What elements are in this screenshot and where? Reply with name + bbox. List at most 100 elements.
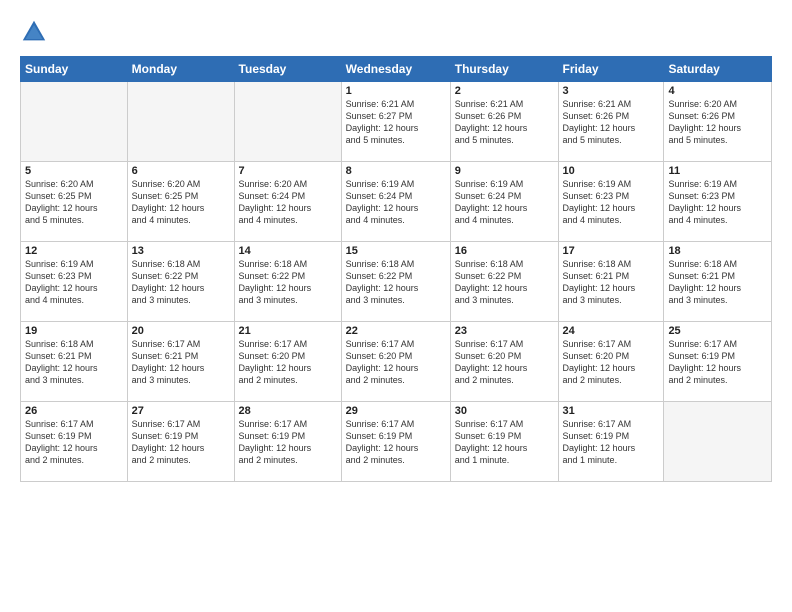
calendar-cell: 18Sunrise: 6:18 AM Sunset: 6:21 PM Dayli… [664,242,772,322]
calendar: SundayMondayTuesdayWednesdayThursdayFrid… [20,56,772,482]
calendar-cell: 12Sunrise: 6:19 AM Sunset: 6:23 PM Dayli… [21,242,128,322]
day-number: 11 [668,165,767,177]
day-info: Sunrise: 6:17 AM Sunset: 6:19 PM Dayligh… [239,418,337,467]
day-number: 28 [239,405,337,417]
calendar-cell: 10Sunrise: 6:19 AM Sunset: 6:23 PM Dayli… [558,162,664,242]
day-info: Sunrise: 6:17 AM Sunset: 6:19 PM Dayligh… [668,338,767,387]
calendar-cell: 6Sunrise: 6:20 AM Sunset: 6:25 PM Daylig… [127,162,234,242]
day-info: Sunrise: 6:19 AM Sunset: 6:24 PM Dayligh… [346,178,446,227]
calendar-cell: 11Sunrise: 6:19 AM Sunset: 6:23 PM Dayli… [664,162,772,242]
calendar-day-header: Wednesday [341,57,450,82]
day-number: 17 [563,245,660,257]
day-number: 27 [132,405,230,417]
day-number: 21 [239,325,337,337]
calendar-cell: 3Sunrise: 6:21 AM Sunset: 6:26 PM Daylig… [558,82,664,162]
day-number: 20 [132,325,230,337]
day-number: 29 [346,405,446,417]
day-number: 22 [346,325,446,337]
calendar-cell: 16Sunrise: 6:18 AM Sunset: 6:22 PM Dayli… [450,242,558,322]
calendar-day-header: Saturday [664,57,772,82]
calendar-day-header: Sunday [21,57,128,82]
calendar-day-header: Monday [127,57,234,82]
calendar-cell: 20Sunrise: 6:17 AM Sunset: 6:21 PM Dayli… [127,322,234,402]
day-number: 25 [668,325,767,337]
day-number: 1 [346,85,446,97]
calendar-cell: 1Sunrise: 6:21 AM Sunset: 6:27 PM Daylig… [341,82,450,162]
day-number: 26 [25,405,123,417]
page: SundayMondayTuesdayWednesdayThursdayFrid… [0,0,792,612]
calendar-cell: 27Sunrise: 6:17 AM Sunset: 6:19 PM Dayli… [127,402,234,482]
header [20,18,772,46]
calendar-week-row: 12Sunrise: 6:19 AM Sunset: 6:23 PM Dayli… [21,242,772,322]
calendar-day-header: Friday [558,57,664,82]
calendar-cell: 22Sunrise: 6:17 AM Sunset: 6:20 PM Dayli… [341,322,450,402]
day-info: Sunrise: 6:17 AM Sunset: 6:19 PM Dayligh… [563,418,660,467]
day-number: 30 [455,405,554,417]
day-number: 4 [668,85,767,97]
day-info: Sunrise: 6:17 AM Sunset: 6:19 PM Dayligh… [455,418,554,467]
day-number: 15 [346,245,446,257]
day-info: Sunrise: 6:21 AM Sunset: 6:26 PM Dayligh… [563,98,660,147]
day-number: 14 [239,245,337,257]
calendar-cell: 30Sunrise: 6:17 AM Sunset: 6:19 PM Dayli… [450,402,558,482]
logo-icon [20,18,48,46]
calendar-cell: 14Sunrise: 6:18 AM Sunset: 6:22 PM Dayli… [234,242,341,322]
day-number: 8 [346,165,446,177]
day-info: Sunrise: 6:20 AM Sunset: 6:26 PM Dayligh… [668,98,767,147]
calendar-cell: 2Sunrise: 6:21 AM Sunset: 6:26 PM Daylig… [450,82,558,162]
day-number: 16 [455,245,554,257]
day-number: 24 [563,325,660,337]
calendar-header-row: SundayMondayTuesdayWednesdayThursdayFrid… [21,57,772,82]
day-info: Sunrise: 6:17 AM Sunset: 6:20 PM Dayligh… [239,338,337,387]
day-info: Sunrise: 6:20 AM Sunset: 6:25 PM Dayligh… [25,178,123,227]
calendar-cell: 26Sunrise: 6:17 AM Sunset: 6:19 PM Dayli… [21,402,128,482]
calendar-cell [234,82,341,162]
calendar-cell: 23Sunrise: 6:17 AM Sunset: 6:20 PM Dayli… [450,322,558,402]
day-info: Sunrise: 6:17 AM Sunset: 6:20 PM Dayligh… [346,338,446,387]
calendar-week-row: 26Sunrise: 6:17 AM Sunset: 6:19 PM Dayli… [21,402,772,482]
day-info: Sunrise: 6:19 AM Sunset: 6:23 PM Dayligh… [668,178,767,227]
day-number: 13 [132,245,230,257]
day-number: 5 [25,165,123,177]
day-info: Sunrise: 6:21 AM Sunset: 6:27 PM Dayligh… [346,98,446,147]
calendar-cell: 8Sunrise: 6:19 AM Sunset: 6:24 PM Daylig… [341,162,450,242]
calendar-cell [127,82,234,162]
calendar-week-row: 19Sunrise: 6:18 AM Sunset: 6:21 PM Dayli… [21,322,772,402]
calendar-cell: 21Sunrise: 6:17 AM Sunset: 6:20 PM Dayli… [234,322,341,402]
day-number: 23 [455,325,554,337]
calendar-day-header: Thursday [450,57,558,82]
day-info: Sunrise: 6:20 AM Sunset: 6:24 PM Dayligh… [239,178,337,227]
day-info: Sunrise: 6:21 AM Sunset: 6:26 PM Dayligh… [455,98,554,147]
calendar-cell: 7Sunrise: 6:20 AM Sunset: 6:24 PM Daylig… [234,162,341,242]
calendar-cell: 15Sunrise: 6:18 AM Sunset: 6:22 PM Dayli… [341,242,450,322]
calendar-cell: 13Sunrise: 6:18 AM Sunset: 6:22 PM Dayli… [127,242,234,322]
day-number: 9 [455,165,554,177]
day-info: Sunrise: 6:18 AM Sunset: 6:21 PM Dayligh… [563,258,660,307]
day-info: Sunrise: 6:18 AM Sunset: 6:22 PM Dayligh… [346,258,446,307]
calendar-cell: 28Sunrise: 6:17 AM Sunset: 6:19 PM Dayli… [234,402,341,482]
calendar-cell: 24Sunrise: 6:17 AM Sunset: 6:20 PM Dayli… [558,322,664,402]
day-number: 18 [668,245,767,257]
logo [20,18,52,46]
calendar-cell: 9Sunrise: 6:19 AM Sunset: 6:24 PM Daylig… [450,162,558,242]
calendar-cell: 25Sunrise: 6:17 AM Sunset: 6:19 PM Dayli… [664,322,772,402]
day-info: Sunrise: 6:20 AM Sunset: 6:25 PM Dayligh… [132,178,230,227]
calendar-cell: 17Sunrise: 6:18 AM Sunset: 6:21 PM Dayli… [558,242,664,322]
day-number: 7 [239,165,337,177]
day-info: Sunrise: 6:17 AM Sunset: 6:19 PM Dayligh… [346,418,446,467]
day-info: Sunrise: 6:19 AM Sunset: 6:23 PM Dayligh… [25,258,123,307]
calendar-cell [664,402,772,482]
day-info: Sunrise: 6:18 AM Sunset: 6:22 PM Dayligh… [239,258,337,307]
day-number: 6 [132,165,230,177]
day-number: 19 [25,325,123,337]
day-info: Sunrise: 6:18 AM Sunset: 6:22 PM Dayligh… [132,258,230,307]
day-info: Sunrise: 6:17 AM Sunset: 6:19 PM Dayligh… [25,418,123,467]
calendar-cell: 31Sunrise: 6:17 AM Sunset: 6:19 PM Dayli… [558,402,664,482]
day-info: Sunrise: 6:19 AM Sunset: 6:24 PM Dayligh… [455,178,554,227]
calendar-cell: 19Sunrise: 6:18 AM Sunset: 6:21 PM Dayli… [21,322,128,402]
day-info: Sunrise: 6:17 AM Sunset: 6:19 PM Dayligh… [132,418,230,467]
calendar-week-row: 1Sunrise: 6:21 AM Sunset: 6:27 PM Daylig… [21,82,772,162]
day-info: Sunrise: 6:18 AM Sunset: 6:21 PM Dayligh… [25,338,123,387]
calendar-cell: 29Sunrise: 6:17 AM Sunset: 6:19 PM Dayli… [341,402,450,482]
day-info: Sunrise: 6:18 AM Sunset: 6:21 PM Dayligh… [668,258,767,307]
